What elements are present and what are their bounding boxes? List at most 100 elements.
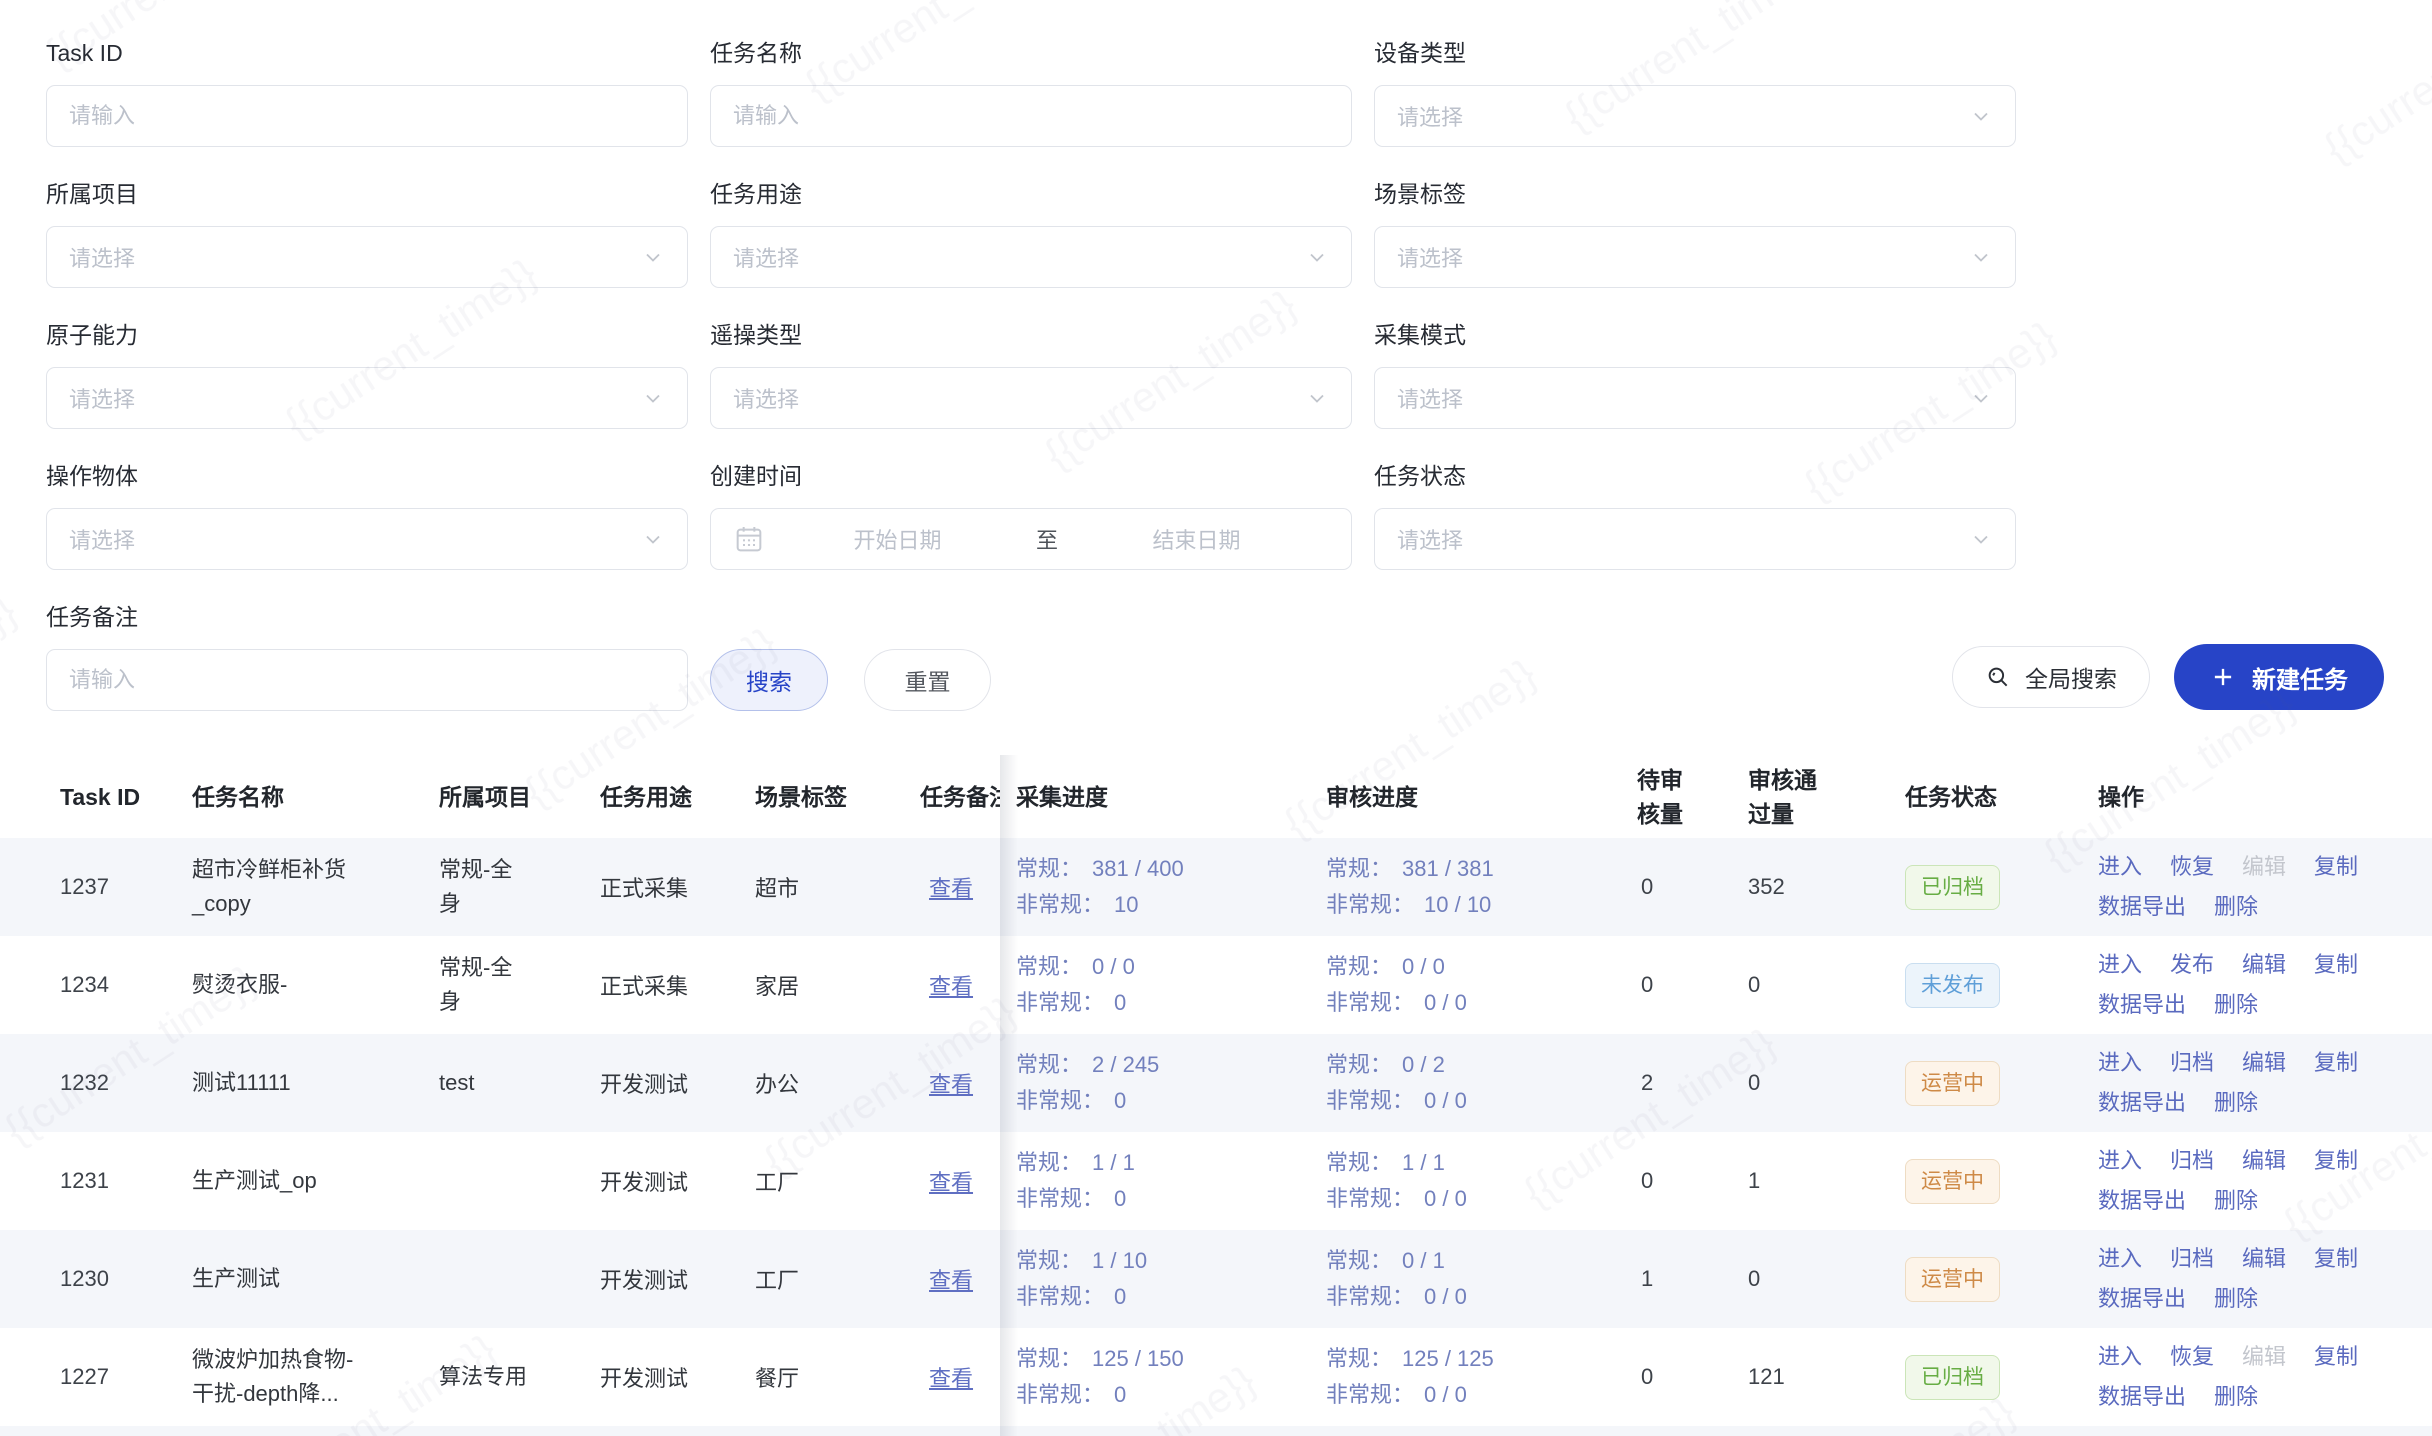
filter-field-atomic-ability: 原子能力 请选择 [46, 322, 688, 429]
action-copy-link[interactable]: 复制 [2314, 1244, 2358, 1274]
cell-purpose: 开发测试 [600, 1328, 740, 1426]
action-edit-link[interactable]: 编辑 [2242, 852, 2286, 882]
atomic-ability-select[interactable]: 请选择 [46, 367, 688, 429]
action-edit-link[interactable]: 编辑 [2242, 1244, 2286, 1274]
cell-review-progress: 常规：381 / 381 非常规：10 / 10 [1326, 838, 1626, 936]
select-placeholder: 请选择 [733, 241, 799, 273]
action-delete-link[interactable]: 删除 [2214, 1382, 2258, 1412]
action-enter-link[interactable]: 进入 [2098, 1342, 2142, 1372]
cell-approved-count: 0 [1748, 1034, 1858, 1132]
cell-review-progress: 常规：0 / 2 非常规：0 / 0 [1326, 1034, 1626, 1132]
teleop-type-select[interactable]: 请选择 [710, 367, 1352, 429]
action-restore-link[interactable]: 恢复 [2170, 852, 2214, 882]
chevron-down-icon [641, 386, 665, 410]
filter-label-operate-object: 操作物体 [46, 463, 688, 489]
view-remark-link[interactable]: 查看 [929, 1263, 973, 1295]
action-archive-link[interactable]: 归档 [2170, 1146, 2214, 1176]
cell-task-id: 1237 [60, 838, 170, 936]
status-badge: 运营中 [1905, 1159, 2000, 1204]
create-task-label: 新建任务 [2252, 660, 2348, 695]
end-date-placeholder: 结束日期 [1064, 523, 1329, 555]
action-delete-link[interactable]: 删除 [2214, 990, 2258, 1020]
purpose-select[interactable]: 请选择 [710, 226, 1352, 288]
create-task-button[interactable]: 新建任务 [2174, 644, 2384, 710]
view-remark-link[interactable]: 查看 [929, 969, 973, 1001]
filter-buttons: 搜索 重置 [710, 649, 1352, 711]
filter-panel: Task ID 任务名称 设备类型 请选择 所属项目 请选择 任务用途 请选择 … [46, 40, 2016, 711]
view-remark-link[interactable]: 查看 [929, 1361, 973, 1393]
cell-actions: 进入 归档 编辑 复制 数据导出 删除 [2098, 1230, 2386, 1328]
header-approved-count: 审核通过量 [1748, 755, 1824, 838]
view-remark-link[interactable]: 查看 [929, 871, 973, 903]
view-remark-link[interactable]: 查看 [929, 1067, 973, 1099]
filter-field-task-status: 任务状态 请选择 [1374, 463, 2016, 570]
reset-button[interactable]: 重置 [864, 649, 991, 711]
global-search-button[interactable]: 全局搜索 [1952, 646, 2150, 708]
action-edit-link[interactable]: 编辑 [2242, 950, 2286, 980]
header-scene-tag: 场景标签 [755, 755, 885, 838]
operate-object-select[interactable]: 请选择 [46, 508, 688, 570]
collect-mode-select[interactable]: 请选择 [1374, 367, 2016, 429]
action-delete-link[interactable]: 删除 [2214, 1186, 2258, 1216]
filter-label-create-time: 创建时间 [710, 463, 1352, 489]
cell-pending-count: 0 [1641, 1328, 1721, 1426]
action-export-link[interactable]: 数据导出 [2098, 1186, 2186, 1216]
cell-scene-tag: 家居 [755, 936, 885, 1034]
action-archive-link[interactable]: 归档 [2170, 1048, 2214, 1078]
cell-actions: 进入 归档 编辑 复制 数据导出 删除 [2098, 1034, 2386, 1132]
action-copy-link[interactable]: 复制 [2314, 1342, 2358, 1372]
header-task-id: Task ID [60, 755, 170, 838]
select-placeholder: 请选择 [69, 382, 135, 414]
view-remark-link[interactable]: 查看 [929, 1165, 973, 1197]
project-select[interactable]: 请选择 [46, 226, 688, 288]
task-remark-input[interactable] [46, 649, 688, 711]
action-enter-link[interactable]: 进入 [2098, 852, 2142, 882]
action-edit-link[interactable]: 编辑 [2242, 1146, 2286, 1176]
action-delete-link[interactable]: 删除 [2214, 1284, 2258, 1314]
action-copy-link[interactable]: 复制 [2314, 1048, 2358, 1078]
cell-project: 常规-全身 [439, 838, 531, 936]
action-archive-link[interactable]: 归档 [2170, 1244, 2214, 1274]
filter-label-collect-mode: 采集模式 [1374, 322, 2016, 348]
task-name-input[interactable] [710, 85, 1352, 147]
chevron-down-icon [1305, 245, 1329, 269]
table-row: 1237 超市冷鲜柜补货 _copy 常规-全身 正式采集 超市 查看 常规：3… [0, 838, 2432, 936]
action-edit-link[interactable]: 编辑 [2242, 1342, 2286, 1372]
cell-scene-tag: 餐厅 [755, 1328, 885, 1426]
cell-collect-progress: 常规：125 / 150 非常规：0 [1016, 1328, 1316, 1426]
search-button[interactable]: 搜索 [710, 649, 828, 711]
action-restore-link[interactable]: 恢复 [2170, 1342, 2214, 1372]
cell-approved-count: 352 [1748, 838, 1858, 936]
header-collect-progress: 采集进度 [1016, 755, 1316, 838]
action-copy-link[interactable]: 复制 [2314, 852, 2358, 882]
action-export-link[interactable]: 数据导出 [2098, 1088, 2186, 1118]
action-edit-link[interactable]: 编辑 [2242, 1048, 2286, 1078]
action-delete-link[interactable]: 删除 [2214, 1088, 2258, 1118]
device-type-select[interactable]: 请选择 [1374, 85, 2016, 147]
action-copy-link[interactable]: 复制 [2314, 950, 2358, 980]
action-export-link[interactable]: 数据导出 [2098, 892, 2186, 922]
cell-task-name: 测试11111 [192, 1034, 408, 1132]
action-enter-link[interactable]: 进入 [2098, 1048, 2142, 1078]
action-copy-link[interactable]: 复制 [2314, 1146, 2358, 1176]
action-enter-link[interactable]: 进入 [2098, 1146, 2142, 1176]
action-export-link[interactable]: 数据导出 [2098, 1284, 2186, 1314]
cell-scene-tag: 工厂 [755, 1230, 885, 1328]
select-placeholder: 请选择 [1397, 241, 1463, 273]
action-delete-link[interactable]: 删除 [2214, 892, 2258, 922]
task-id-input[interactable] [46, 85, 688, 147]
cell-collect-progress: 常规：2 / 245 非常规：0 [1016, 1034, 1316, 1132]
create-time-range-picker[interactable]: 开始日期 至 结束日期 [710, 508, 1352, 570]
chevron-down-icon [1969, 245, 1993, 269]
cell-task-name: 超市冷鲜柜补货 _copy [192, 838, 408, 936]
cell-pending-count: 0 [1641, 936, 1721, 1034]
filter-field-collect-mode: 采集模式 请选择 [1374, 322, 2016, 429]
action-enter-link[interactable]: 进入 [2098, 1244, 2142, 1274]
task-status-select[interactable]: 请选择 [1374, 508, 2016, 570]
action-export-link[interactable]: 数据导出 [2098, 1382, 2186, 1412]
action-enter-link[interactable]: 进入 [2098, 950, 2142, 980]
scene-tag-select[interactable]: 请选择 [1374, 226, 2016, 288]
cell-approved-count: 0 [1748, 1230, 1858, 1328]
action-export-link[interactable]: 数据导出 [2098, 990, 2186, 1020]
action-publish-link[interactable]: 发布 [2170, 950, 2214, 980]
